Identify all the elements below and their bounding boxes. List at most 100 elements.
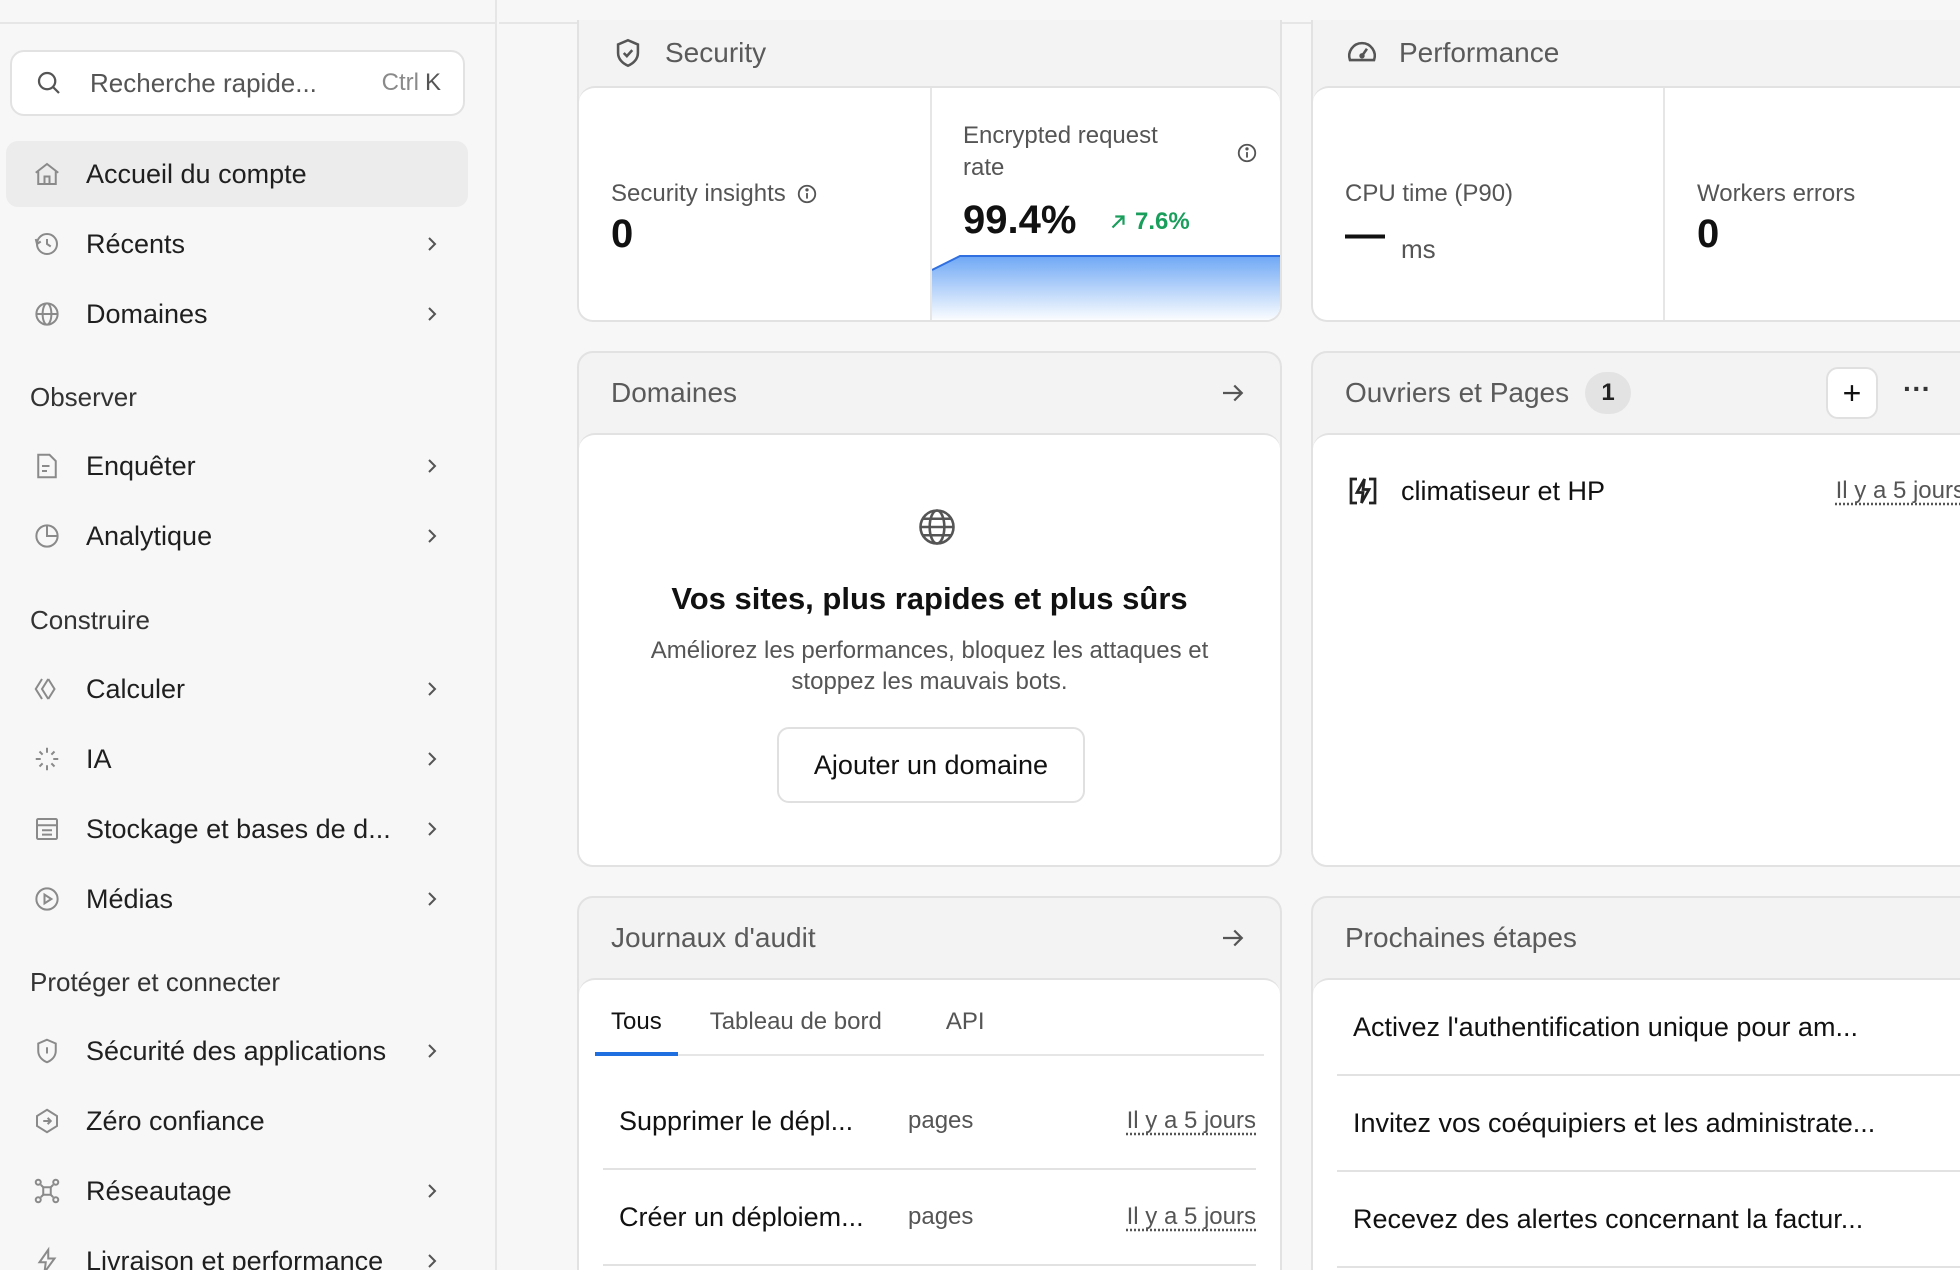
sidebar-item-label: Stockage et bases de d... (86, 813, 391, 844)
audit-service: pages (908, 1107, 974, 1134)
audit-logs-panel-title: Journaux d'audit (611, 922, 816, 953)
security-panel: Security Security insights 0 Encrypted r… (577, 20, 1282, 322)
encrypted-rate-delta: 7.6% (1107, 208, 1190, 236)
sidebar-item-compute[interactable]: Calculer (6, 656, 468, 722)
audit-service: pages (908, 1203, 974, 1230)
list-item[interactable]: Invitez vos coéquipiers et les administr… (1337, 1076, 1960, 1172)
sidebar-item-label: IA (86, 743, 112, 774)
list-item[interactable]: Recevez des alertes concernant la factur… (1337, 1172, 1960, 1268)
play-circle-icon (30, 882, 64, 916)
workers-errors-label: Workers errors (1697, 180, 1856, 207)
chevron-right-icon (428, 1184, 437, 1198)
sidebar-item-label: Enquêter (86, 450, 196, 481)
sidebar: Recherche rapide... Ctrl K Accueil du com… (0, 0, 497, 1270)
workers-errors-value: 0 (1697, 212, 1720, 256)
add-worker-button[interactable]: + (1826, 367, 1878, 419)
sidebar-item-storage[interactable]: Stockage et bases de d... (6, 796, 468, 862)
domains-empty-description: Améliorez les performances, bloquez les … (650, 637, 1209, 695)
shield-icon (30, 1034, 64, 1068)
encrypted-rate-value: 99.4% (963, 198, 1077, 242)
zero-trust-icon (30, 1104, 64, 1138)
cpu-time-label: CPU time (P90) (1345, 180, 1514, 207)
workers-pages-panel-title: Ouvriers et Pages (1345, 377, 1570, 408)
trend-up-icon (1111, 215, 1125, 229)
audit-date: Il y a 5 jours (1126, 1107, 1256, 1134)
sidebar-item-label: Réseautage (86, 1175, 232, 1206)
workers-pages-panel: Ouvriers et Pages 1 + ··· climatiseur et… (1311, 351, 1960, 867)
sidebar-item-app-security[interactable]: Sécurité des applications (6, 1018, 468, 1084)
sparkle-icon (30, 742, 64, 776)
security-panel-header: Security (579, 20, 1280, 86)
domains-panel: Domaines Vos sites, plus rapides et plus… (577, 351, 1282, 867)
audit-logs-panel-body: Tous Tableau de bord API Supprimer le dé… (579, 978, 1280, 1270)
cpu-time-value: — (1345, 212, 1385, 256)
next-steps-panel-header: Prochaines étapes (1313, 898, 1960, 978)
table-row[interactable]: Créer un déploiem... pages Il y a 5 jour… (603, 1170, 1256, 1266)
sidebar-item-label: Accueil du compte (86, 158, 307, 189)
sidebar-item-label: Sécurité des applications (86, 1035, 387, 1066)
add-domain-button[interactable]: Ajouter un domaine (777, 727, 1085, 803)
sidebar-item-zero-trust[interactable]: Zéro confiance (6, 1088, 468, 1154)
chevron-right-icon (428, 237, 437, 251)
worker-updated-date: Il y a 5 jours (1835, 477, 1960, 504)
section-label-build: Construire (30, 605, 150, 635)
sidebar-top-divider (0, 0, 497, 24)
chevron-right-icon (428, 1044, 437, 1058)
worker-bolt-icon (1349, 477, 1377, 505)
search-placeholder: Recherche rapide... (90, 67, 317, 98)
sidebar-item-home[interactable]: Accueil du compte (6, 141, 468, 207)
globe-icon (30, 297, 64, 331)
info-icon[interactable] (1236, 142, 1258, 164)
shield-check-icon (616, 38, 640, 68)
performance-panel-body: CPU time (P90) — ms Workers errors 0 (1313, 86, 1960, 320)
chevron-right-icon (428, 822, 437, 836)
sidebar-item-delivery[interactable]: Livraison et performance (6, 1228, 468, 1270)
arrow-right-icon[interactable] (1218, 923, 1248, 953)
section-label-observe: Observer (30, 382, 137, 412)
sidebar-item-recents[interactable]: Récents (6, 211, 468, 277)
tab-dashboard[interactable]: Tableau de bord (678, 980, 906, 1054)
audit-logs-panel-header[interactable]: Journaux d'audit (579, 898, 1280, 978)
cpu-time-unit: ms (1401, 234, 1436, 264)
compute-icon (30, 672, 64, 706)
tab-all[interactable]: Tous (595, 980, 678, 1056)
sidebar-item-domains[interactable]: Domaines (6, 281, 468, 347)
worker-name[interactable]: climatiseur et HP (1401, 476, 1605, 507)
sidebar-item-networking[interactable]: Réseautage (6, 1158, 468, 1224)
chevron-right-icon (428, 459, 437, 473)
next-steps-panel-title: Prochaines étapes (1345, 922, 1577, 953)
worker-item[interactable]: climatiseur et HP Il y a 5 jours (1345, 463, 1960, 519)
list-item[interactable]: Activez l'authentification unique pour a… (1337, 980, 1960, 1076)
sidebar-item-investigate[interactable]: Enquêter (6, 433, 468, 499)
chevron-right-icon (428, 752, 437, 766)
chevron-right-icon (428, 682, 437, 696)
sidebar-item-ai[interactable]: IA (6, 726, 468, 792)
encrypted-rate-label: Encrypted request rate (963, 122, 1158, 181)
chevron-right-icon (428, 529, 437, 543)
security-panel-body: Security insights 0 Encrypted request ra… (579, 86, 1280, 320)
domains-panel-body: Vos sites, plus rapides et plus sûrs Amé… (579, 433, 1280, 865)
sidebar-item-analytics[interactable]: Analytique (6, 503, 468, 569)
quick-search[interactable]: Recherche rapide... Ctrl K (10, 50, 465, 116)
pie-chart-icon (30, 519, 64, 553)
network-icon (30, 1174, 64, 1208)
sidebar-item-media[interactable]: Médias (6, 866, 468, 932)
more-options-icon[interactable]: ··· (1903, 373, 1931, 405)
table-row[interactable]: Supprimer le dépl... pages Il y a 5 jour… (603, 1074, 1256, 1170)
home-icon (30, 157, 64, 191)
metric-divider (1663, 88, 1665, 320)
domains-empty-title: Vos sites, plus rapides et plus sûrs (671, 581, 1188, 616)
section-label-protect: Protéger et connecter (30, 967, 281, 997)
tab-api[interactable]: API (906, 980, 1009, 1054)
search-icon (37, 71, 60, 94)
chevron-right-icon (428, 1254, 437, 1268)
audit-logs-panel: Journaux d'audit Tous Tableau de bord AP… (577, 896, 1282, 1270)
performance-panel-title: Performance (1399, 37, 1560, 68)
arrow-right-icon[interactable] (1218, 378, 1248, 408)
lightning-icon (30, 1244, 64, 1270)
info-icon[interactable] (796, 183, 818, 205)
gauge-icon (1348, 41, 1376, 62)
chevron-right-icon (428, 307, 437, 321)
sidebar-item-label: Médias (86, 883, 174, 914)
domains-panel-header[interactable]: Domaines (579, 353, 1280, 433)
